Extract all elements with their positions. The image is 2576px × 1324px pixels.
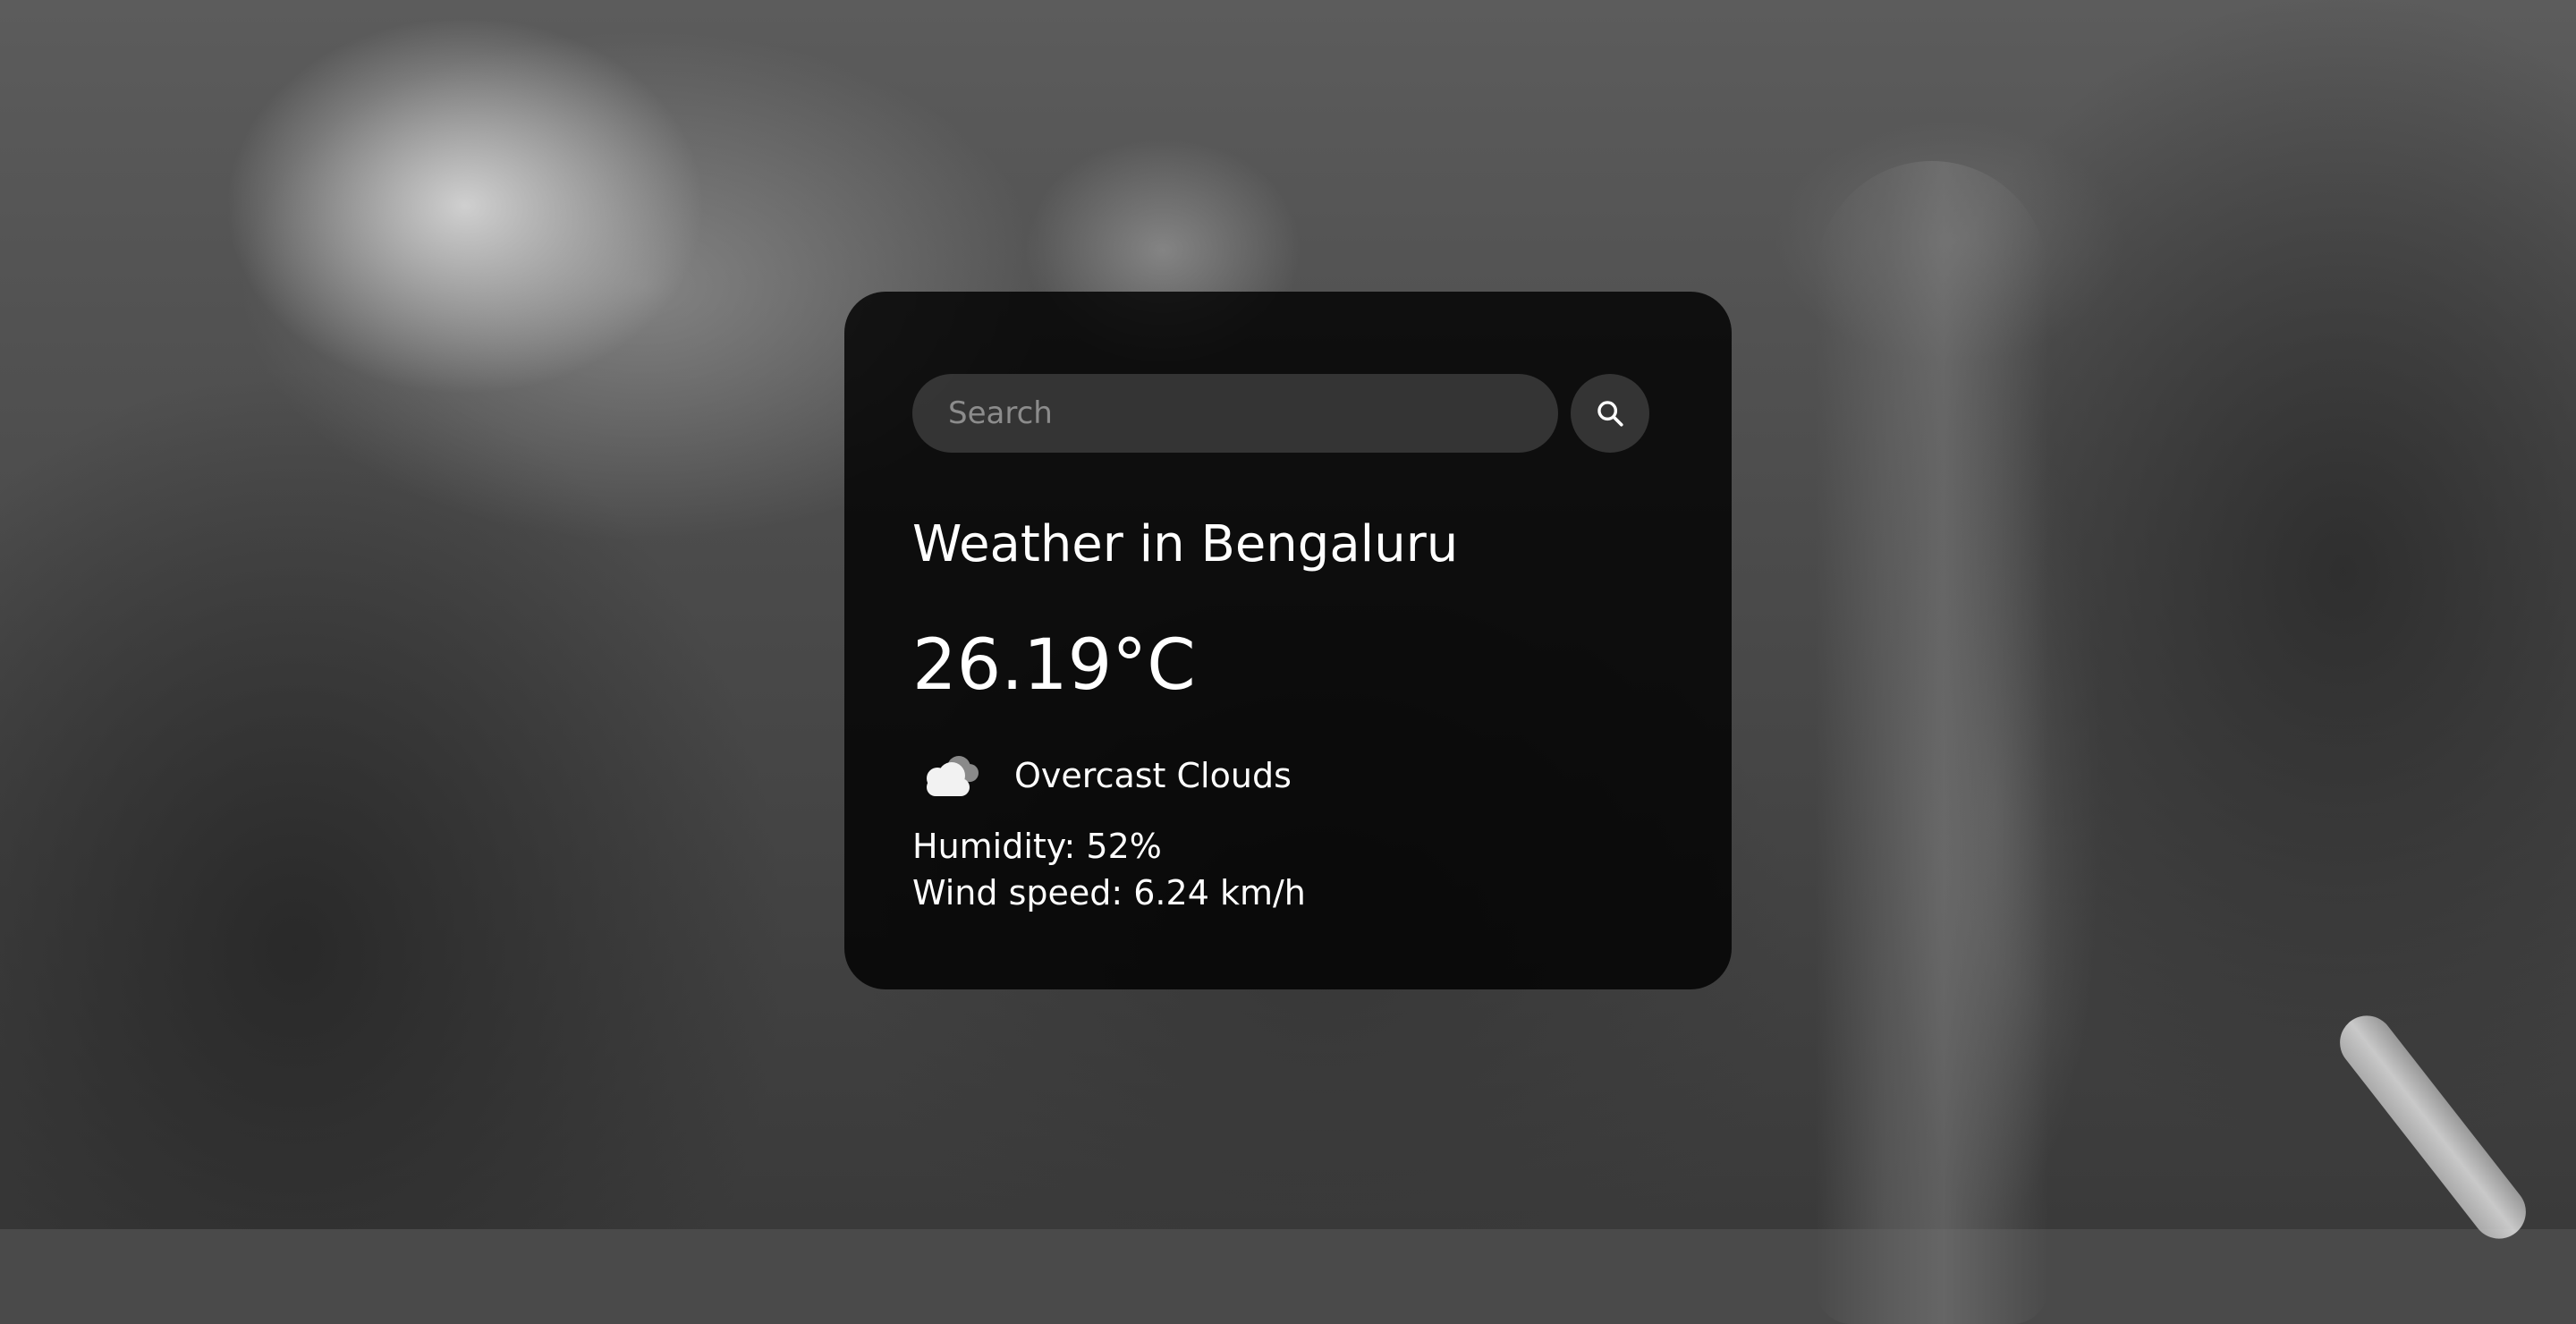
condition-label: Overcast Clouds <box>1014 756 1292 795</box>
background-trunk-shape <box>1816 161 2048 1324</box>
humidity-text: Humidity: 52% <box>912 827 1162 866</box>
search-input[interactable] <box>912 374 1558 453</box>
temperature-value: 26.19°C <box>912 625 1196 706</box>
overcast-clouds-icon <box>927 756 979 796</box>
weather-card: Weather in Bengaluru 26.19°C Overcast Cl… <box>844 292 1732 989</box>
search-bar <box>912 372 1664 454</box>
search-button[interactable] <box>1571 374 1649 453</box>
city-title: Weather in Bengaluru <box>912 515 1459 573</box>
search-icon <box>1597 401 1623 427</box>
condition-row: Overcast Clouds <box>912 744 1664 807</box>
wind-speed-text: Wind speed: 6.24 km/h <box>912 873 1306 912</box>
